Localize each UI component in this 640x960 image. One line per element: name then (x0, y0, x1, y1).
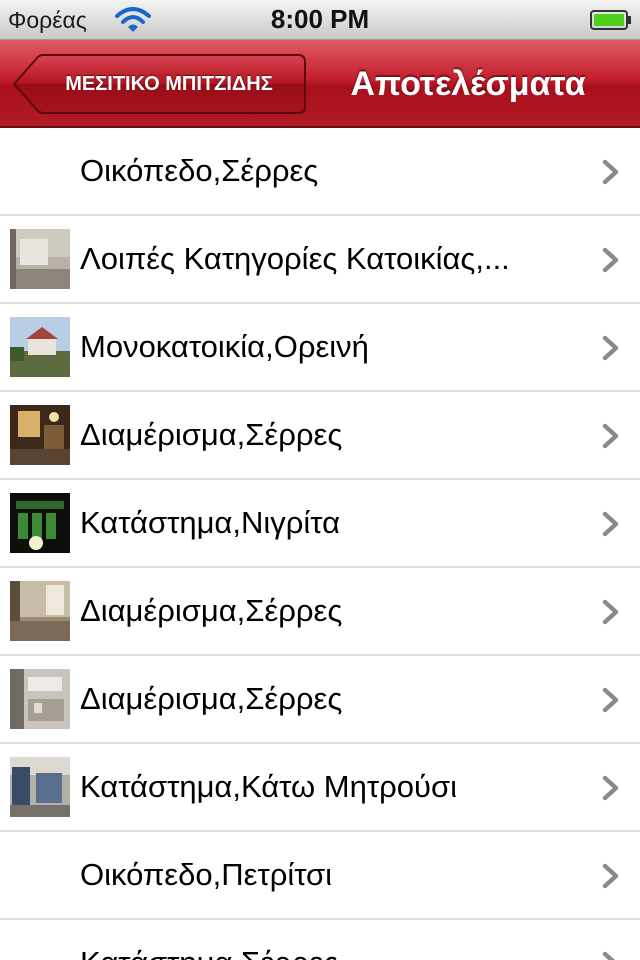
page-title: Αποτελέσματα (350, 65, 586, 103)
list-item-label: Μονοκατοικία,Ορεινή (80, 329, 369, 364)
back-button[interactable]: ΜΕΣΙΤΙΚΟ ΜΠΙΤΖΙΔΗΣ (12, 54, 306, 114)
list-item[interactable]: Διαμέρισμα,Σέρρες (0, 568, 640, 656)
status-time: 8:00 PM (270, 4, 370, 34)
back-button-label: ΜΕΣΙΤΙΚΟ ΜΠΙΤΖΙΔΗΣ (65, 73, 273, 95)
list-item[interactable]: Κατάστημα,Νιγρίτα (0, 480, 640, 568)
list-item[interactable]: Μονοκατοικία,Ορεινή (0, 304, 640, 392)
list-item-label: Κατάστημα,Κάτω Μητρούσι (80, 769, 457, 804)
battery-icon (590, 10, 631, 30)
list-item-label: Διαμέρισμα,Σέρρες (80, 417, 343, 452)
chevron-right-icon (602, 775, 619, 801)
list-item[interactable]: Οικόπεδο,Πετρίτσι (0, 832, 640, 920)
room-photo-thumbnail (10, 581, 70, 641)
room-photo-thumbnail (10, 229, 70, 289)
list-item[interactable]: Διαμέρισμα,Σέρρες (0, 656, 640, 744)
chevron-right-icon (602, 511, 619, 537)
results-list: Οικόπεδο,Σέρρες Λοιπές Κατηγορίες Κατοικ… (0, 128, 640, 960)
chevron-right-icon (602, 687, 619, 713)
list-item-label: Κατάστημα,Σέρρες (80, 920, 600, 960)
chevron-right-icon (602, 951, 615, 960)
list-item-label: Οικόπεδο,Σέρρες (80, 153, 319, 188)
list-item[interactable]: Διαμέρισμα,Σέρρες (0, 392, 640, 480)
shop-photo-thumbnail (10, 757, 70, 817)
list-item-label: Διαμέρισμα,Σέρρες (80, 593, 343, 628)
list-item-label: Λοιπές Κατηγορίες Κατοικίας,... (80, 241, 510, 276)
chevron-right-icon (602, 423, 619, 449)
navigation-bar: ΜΕΣΙΤΙΚΟ ΜΠΙΤΖΙΔΗΣ Αποτελέσματα (0, 40, 640, 128)
chevron-right-icon (602, 335, 619, 361)
kitchen-photo-thumbnail (10, 669, 70, 729)
list-item-label: Οικόπεδο,Πετρίτσι (80, 857, 333, 892)
chevron-right-icon (602, 247, 619, 273)
status-bar: Φορέας 8:00 PM (0, 0, 640, 40)
chevron-right-icon (602, 599, 619, 625)
chevron-right-icon (602, 159, 619, 185)
house-photo-thumbnail (10, 317, 70, 377)
list-item[interactable]: Κατάστημα,Σέρρες (0, 920, 640, 960)
list-item[interactable]: Κατάστημα,Κάτω Μητρούσι (0, 744, 640, 832)
list-item[interactable]: Οικόπεδο,Σέρρες (0, 128, 640, 216)
interior-photo-thumbnail (10, 405, 70, 465)
chevron-right-icon (602, 863, 619, 889)
storefront-photo-thumbnail (10, 493, 70, 553)
list-item[interactable]: Λοιπές Κατηγορίες Κατοικίας,... (0, 216, 640, 304)
list-item-label: Κατάστημα,Νιγρίτα (80, 505, 340, 540)
list-item-label: Διαμέρισμα,Σέρρες (80, 681, 343, 716)
